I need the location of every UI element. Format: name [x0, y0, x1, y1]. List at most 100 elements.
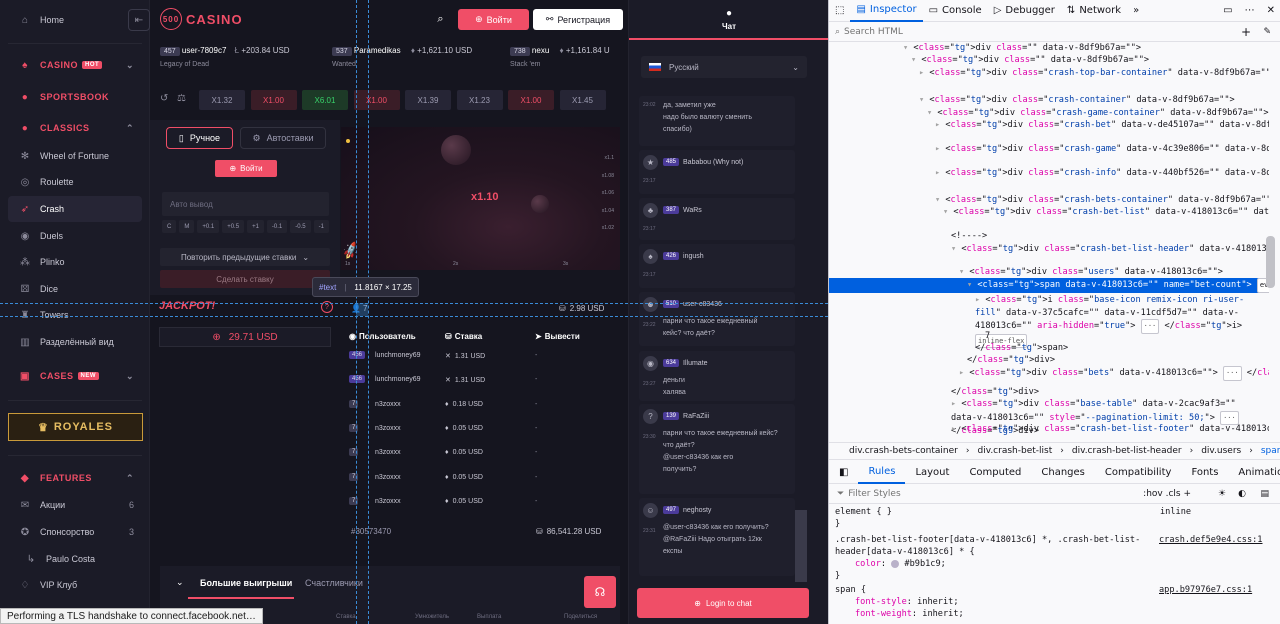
avatar[interactable]: ★	[643, 155, 658, 170]
print-icon[interactable]: ▤	[1260, 489, 1269, 499]
sidebar-item-duels[interactable]: ◉ Duels	[8, 223, 142, 249]
markup-node[interactable]: ▾ <class="tg">div class="crash-bet-list"…	[829, 206, 1269, 219]
markup-node[interactable]: 7	[829, 330, 1269, 343]
sidebar-item-wheel[interactable]: ✻ Wheel of Fortune	[8, 143, 142, 169]
twisty-icon[interactable]: ▸	[935, 144, 945, 154]
login-button[interactable]: ⊕ Войти	[458, 9, 529, 30]
twisty-icon[interactable]: ▾	[951, 244, 961, 254]
multiplier-chip[interactable]: X1.23	[456, 90, 503, 110]
sidebar-item-classics[interactable]: ● CLASSICS ⌃	[8, 115, 142, 141]
chat-user[interactable]: 485 Bababou (Why not)	[663, 158, 743, 166]
table-row[interactable]: 7 n3zoxxx ♦ 0.05 USD -	[349, 492, 614, 512]
twisty-icon[interactable]: ▾	[959, 267, 969, 277]
tab-animations[interactable]: Animations	[1228, 462, 1280, 484]
twisty-icon[interactable]: ▸	[959, 368, 969, 378]
eyedropper-icon[interactable]: ✎	[1263, 27, 1271, 37]
markup-node[interactable]: ▸ <class="tg">div class="crash-bet" data…	[829, 118, 1269, 133]
chip-button[interactable]: +1	[247, 220, 264, 233]
multiplier-chip[interactable]: X1.39	[405, 90, 451, 110]
twisty-icon[interactable]: ▾	[935, 195, 945, 205]
table-row[interactable]: 456 lunchmoney69 ✕ 1.31 USD -	[349, 370, 614, 390]
chat-message[interactable]: ◉ 634 Illumate 23:27 деньги халява	[639, 351, 795, 401]
table-row[interactable]: 456 lunchmoney69 ✕ 1.31 USD -	[349, 346, 614, 366]
sidebar-item-roulette[interactable]: ◎ Roulette	[8, 169, 142, 195]
multiplier-chip[interactable]: X1.45	[559, 90, 606, 110]
fairness-icon[interactable]: ⚖	[177, 93, 186, 104]
markup-node[interactable]: ▸ <class="tg">div class="crash-game" dat…	[829, 142, 1269, 157]
chat-login-button[interactable]: ⊕ Login to chat	[637, 588, 809, 618]
chat-tab[interactable]: ● Чат	[629, 8, 828, 31]
markup-node[interactable]: ▾ <class="tg">div class="" data-v-8df9b6…	[829, 54, 1269, 67]
sidebar-item-vip[interactable]: ♢ VIP Клуб	[8, 572, 142, 598]
auto-cashout-input[interactable]: Авто вывод	[162, 192, 329, 216]
sidebar-item-home[interactable]: ⌂ Home	[8, 7, 142, 33]
language-select[interactable]: Русский ⌄	[641, 56, 807, 78]
chat-message[interactable]: ★ 485 Bababou (Why not) 23:17	[639, 150, 795, 194]
crumb-current[interactable]: span	[1261, 446, 1280, 456]
chat-user[interactable]: 510 user-c83436	[663, 300, 722, 308]
chip-button[interactable]: -0.5	[290, 220, 311, 233]
crumb[interactable]: div.users	[1201, 446, 1241, 456]
markup-node[interactable]: </class="tg">div>	[829, 354, 1269, 367]
tab-changes[interactable]: Changes	[1031, 462, 1095, 484]
sidebar-item-crash[interactable]: ➶ Crash	[8, 196, 142, 222]
sidebar-item-promotions[interactable]: ✉ Акции 6	[8, 492, 142, 518]
pick-element-icon[interactable]: ⬚	[829, 0, 850, 22]
chat-user[interactable]: 426 ingush	[663, 252, 704, 260]
chip-button[interactable]: C	[162, 220, 177, 233]
chip-button[interactable]: +0.5	[222, 220, 245, 233]
markup-node[interactable]: ▸ <class="tg">div class="crash-bet-list-…	[829, 422, 1269, 437]
rule-source-link[interactable]: crash.def5e9e4.css:1	[1159, 534, 1262, 546]
table-row[interactable]: 7 n3zoxxx ♦ 0.05 USD -	[349, 468, 614, 488]
rule-element[interactable]: element { } inline	[835, 506, 1191, 518]
layout-toggle-icon[interactable]: ◧	[829, 462, 858, 484]
markup-node[interactable]: ▾ <class="tg">div class="crash-container…	[829, 94, 1269, 107]
sidebar-item-split-view[interactable]: ▥ Разделённый вид	[8, 329, 142, 355]
table-row[interactable]: 7 n3zoxxx ♦ 0.18 USD -	[349, 395, 614, 415]
avatar[interactable]: ☺	[643, 503, 658, 518]
tab-manual[interactable]: ▯ Ручное	[166, 127, 233, 149]
rule-declaration[interactable]: font-style: inherit;	[855, 596, 959, 608]
tab-compatibility[interactable]: Compatibility	[1095, 462, 1182, 484]
avatar[interactable]: ♠	[643, 249, 658, 264]
chat-user[interactable]: 139 RaFaZiii	[663, 412, 709, 420]
tab-computed[interactable]: Computed	[959, 462, 1031, 484]
twisty-icon[interactable]: ▾	[911, 55, 921, 65]
chip-button[interactable]: M	[179, 220, 195, 233]
tab-network[interactable]: ⇅ Network	[1061, 0, 1127, 22]
crumb[interactable]: div.crash-bet-list	[977, 446, 1052, 456]
twisty-icon[interactable]: ▸	[951, 399, 961, 409]
chat-message[interactable]: 23:02 да, заметил уже надо было валюту сме…	[639, 96, 795, 146]
chat-user[interactable]: 634 Illumate	[663, 359, 708, 367]
chip-button[interactable]: -0.1	[266, 220, 288, 233]
dark-theme-icon[interactable]: ◐	[1238, 489, 1246, 499]
search-icon[interactable]: ⌕	[430, 9, 451, 30]
markup-node[interactable]: ▾ <class="tg">div class="crash-bets-cont…	[829, 194, 1269, 207]
tab-layout[interactable]: Layout	[905, 462, 959, 484]
light-theme-icon[interactable]: ☀	[1218, 489, 1226, 499]
filter-styles-input[interactable]: ⏷ Filter Styles:hov .cls + ☀ ◐ ▤	[829, 484, 1280, 504]
ticker-item[interactable]: 457 user-7809c7 Ł +203.84 USD Legacy of D…	[160, 46, 290, 80]
markup-node[interactable]: ▸ <class="tg">div class="crash-top-bar-c…	[829, 66, 1269, 81]
sidebar-item-paulo-costa[interactable]: ↳ Paulo Costa	[8, 546, 142, 572]
tab-debugger[interactable]: ▷ Debugger	[988, 0, 1061, 22]
register-button[interactable]: ⚯ Регистрация	[533, 9, 623, 30]
chat-user[interactable]: 497 neghosty	[663, 506, 711, 514]
twisty-icon[interactable]: ▸	[975, 295, 985, 305]
chat-message[interactable]: ♠ 426 ingush 23:17	[639, 244, 795, 288]
crumb[interactable]: div.crash-bets-container	[849, 446, 958, 456]
sidebar-item-cases[interactable]: ▣ CASES NEW ⌄	[8, 363, 142, 389]
tab-rules[interactable]: Rules	[858, 462, 906, 484]
color-swatch[interactable]	[891, 559, 900, 568]
twisty-icon[interactable]: ▸	[919, 68, 929, 78]
sidebar-item-casino[interactable]: ♠ CASINO HOT ⌄	[8, 52, 142, 78]
close-icon[interactable]: ✕	[1261, 0, 1280, 22]
multiplier-chip[interactable]: X1.00	[250, 90, 297, 110]
table-row[interactable]: 7 n3zoxxx ♦ 0.05 USD -	[349, 443, 614, 463]
chip-button[interactable]: +0.1	[197, 220, 220, 233]
dock-icon[interactable]: ▭	[1217, 0, 1238, 22]
twisty-icon[interactable]: ▾	[927, 108, 937, 118]
sidebar-item-plinko[interactable]: ⁂ Plinko	[8, 249, 142, 275]
markup-node-selected[interactable]: ▾ <class="tg">span data-v-418013c6="" na…	[829, 278, 1269, 293]
markup-node[interactable]: ▸ <class="tg">div class="crash-info" dat…	[829, 166, 1269, 181]
